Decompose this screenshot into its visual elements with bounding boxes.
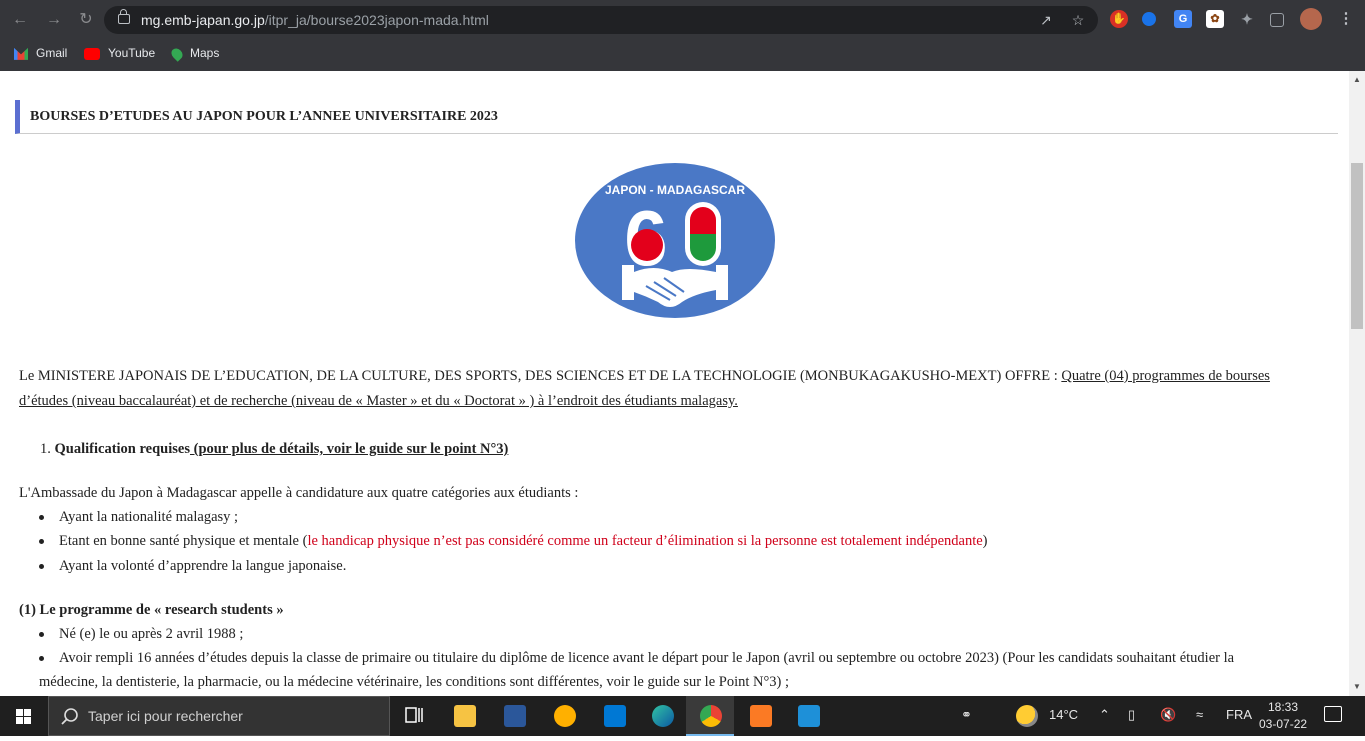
p1-bullet-studies-line1: Avoir rempli 16 années d’études depuis l… bbox=[59, 650, 1235, 666]
start-button[interactable] bbox=[0, 696, 48, 736]
bullet-nationality: Ayant la nationalité malagasy ; bbox=[59, 509, 239, 525]
page-heading: BOURSES D’ETUDES AU JAPON POUR L’ANNEE U… bbox=[15, 100, 1338, 134]
notification-center-icon[interactable] bbox=[1324, 706, 1342, 722]
bullet-health-note: le handicap physique n’est pas considéré… bbox=[307, 533, 983, 549]
extension-drop-icon[interactable] bbox=[1142, 12, 1156, 26]
word-icon bbox=[504, 705, 526, 727]
task-view-button[interactable] bbox=[390, 696, 438, 736]
bullet-dot bbox=[39, 515, 45, 521]
bookmark-youtube[interactable]: YouTube bbox=[84, 44, 155, 62]
bookmark-star-icon[interactable]: ☆ bbox=[1070, 12, 1086, 28]
bookmark-label: Maps bbox=[190, 46, 220, 60]
taskbar-file-explorer[interactable] bbox=[440, 696, 488, 736]
bullet-dot bbox=[39, 539, 45, 545]
search-icon bbox=[61, 708, 78, 725]
search-placeholder: Taper ici pour rechercher bbox=[88, 708, 243, 724]
menu-dots-icon[interactable]: ⋮ bbox=[1337, 10, 1355, 28]
taskbar-word[interactable] bbox=[490, 696, 538, 736]
page-content: BOURSES D’ETUDES AU JAPON POUR L’ANNEE U… bbox=[0, 71, 1349, 696]
adblock-icon[interactable]: ✋ bbox=[1110, 10, 1128, 28]
taskbar-xampp[interactable] bbox=[736, 696, 784, 736]
clock-date[interactable]: 03-07-22 bbox=[1259, 717, 1307, 731]
youtube-icon bbox=[84, 47, 100, 60]
bullet-health-close: ) bbox=[982, 533, 988, 549]
file-explorer-icon bbox=[454, 705, 476, 727]
vscode-icon bbox=[604, 705, 626, 727]
windows-taskbar: Taper ici pour rechercher ⚭ 14°C ⌃ ▯ 🔇 ≈… bbox=[0, 696, 1365, 736]
section1-number: 1. bbox=[40, 441, 51, 457]
bookmarks-bar: Gmail YouTube Maps bbox=[0, 40, 1365, 66]
reload-icon[interactable]: ↻ bbox=[76, 10, 96, 30]
back-icon[interactable]: ← bbox=[10, 10, 30, 30]
lock-icon bbox=[118, 9, 130, 24]
bullet-health-text: Etant en bonne santé physique et mentale… bbox=[59, 533, 308, 549]
bullet-dot bbox=[39, 656, 45, 662]
page-scrollbar[interactable]: ▲ ▼ bbox=[1349, 71, 1365, 696]
language-indicator[interactable]: FRA bbox=[1226, 707, 1252, 722]
bookmark-label: YouTube bbox=[108, 46, 156, 60]
battery-icon[interactable]: ▯ bbox=[1128, 707, 1135, 723]
share-icon[interactable]: ↗ bbox=[1038, 12, 1054, 28]
weather-temperature[interactable]: 14°C bbox=[1049, 707, 1078, 722]
ambassade-paragraph: L'Ambassade du Japon à Madagascar appell… bbox=[19, 485, 579, 501]
intro-underlined-text: Quatre (04) programmes de bourses bbox=[1061, 368, 1270, 384]
shield-browser-icon bbox=[554, 705, 576, 727]
bullet-dot bbox=[39, 564, 45, 570]
intro-paragraph-line1: Le MINISTERE JAPONAIS DE L’EDUCATION, DE… bbox=[19, 364, 1270, 388]
edge-icon bbox=[652, 705, 674, 727]
taskbar-browser-shield[interactable] bbox=[540, 696, 588, 736]
bookmark-gmail[interactable]: Gmail bbox=[14, 44, 67, 62]
address-bar[interactable]: mg.emb-japan.go.jp/itpr_ja/bourse2023jap… bbox=[104, 6, 1098, 34]
wifi-icon[interactable]: ≈ bbox=[1196, 707, 1203, 722]
photos-icon bbox=[798, 705, 820, 727]
windows-logo-icon bbox=[16, 709, 31, 724]
forward-icon[interactable]: → bbox=[44, 10, 64, 30]
browser-toolbar: ← → ↻ mg.emb-japan.go.jp/itpr_ja/bourse2… bbox=[0, 0, 1365, 40]
programme1-title: (1) Le programme de « research students … bbox=[19, 602, 284, 618]
section1-bold-text: Qualification requises bbox=[54, 441, 190, 457]
weather-icon[interactable] bbox=[1016, 705, 1038, 727]
browser-chrome: ← → ↻ mg.emb-japan.go.jp/itpr_ja/bourse2… bbox=[0, 0, 1365, 71]
google-translate-icon[interactable]: G bbox=[1174, 10, 1192, 28]
p1-bullet-birthdate: Né (e) le ou après 2 avril 1988 ; bbox=[59, 626, 244, 642]
bookmark-label: Gmail bbox=[36, 46, 68, 60]
maps-pin-icon bbox=[169, 46, 185, 62]
profile-avatar[interactable] bbox=[1300, 8, 1322, 30]
bullet-language: Ayant la volonté d’apprendre la langue j… bbox=[59, 558, 347, 574]
section1-guide-link[interactable]: (pour plus de détails, voir le guide sur… bbox=[190, 441, 509, 457]
scroll-thumb[interactable] bbox=[1351, 163, 1363, 329]
section1-title: 1. Qualification requises (pour plus de … bbox=[40, 437, 508, 461]
gmail-icon bbox=[14, 47, 28, 60]
bookmark-maps[interactable]: Maps bbox=[169, 44, 220, 62]
task-view-icon bbox=[405, 707, 423, 723]
url-path: /itpr_ja/bourse2023japon-mada.html bbox=[264, 12, 489, 28]
japon-madagascar-60-logo: JAPON - MADAGASCAR 6 bbox=[575, 163, 775, 318]
taskbar-search-box[interactable]: Taper ici pour rechercher bbox=[48, 696, 390, 736]
people-icon[interactable]: ⚭ bbox=[961, 707, 972, 723]
intro-text: Le MINISTERE JAPONAIS DE L’EDUCATION, DE… bbox=[19, 368, 1062, 384]
volume-muted-icon[interactable]: 🔇 bbox=[1160, 707, 1176, 723]
taskbar-chrome-active[interactable] bbox=[686, 696, 734, 736]
url-host: mg.emb-japan.go.jp bbox=[141, 12, 265, 28]
chevron-up-icon[interactable]: ⌃ bbox=[1099, 707, 1110, 723]
scroll-down-icon[interactable]: ▼ bbox=[1353, 682, 1361, 691]
page-title: BOURSES D’ETUDES AU JAPON POUR L’ANNEE U… bbox=[30, 109, 498, 124]
side-panel-icon[interactable] bbox=[1270, 13, 1284, 27]
chrome-icon bbox=[700, 705, 722, 727]
taskbar-photos[interactable] bbox=[784, 696, 832, 736]
clock-time[interactable]: 18:33 bbox=[1268, 700, 1298, 714]
url-text[interactable]: mg.emb-japan.go.jp/itpr_ja/bourse2023jap… bbox=[141, 12, 489, 28]
xampp-icon bbox=[750, 705, 772, 727]
extensions-puzzle-icon[interactable]: ✦ bbox=[1238, 10, 1256, 28]
bullet-dot bbox=[39, 632, 45, 638]
bullet-health: Etant en bonne santé physique et mentale… bbox=[59, 529, 988, 553]
p1-bullet-studies-line2: médecine, la dentisterie, la pharmacie, … bbox=[39, 674, 790, 690]
paw-extension-icon[interactable]: ✿ bbox=[1206, 10, 1224, 28]
taskbar-edge[interactable] bbox=[638, 696, 686, 736]
intro-paragraph-line2: d’études (niveau baccalauréat) et de rec… bbox=[19, 393, 738, 409]
scroll-up-icon[interactable]: ▲ bbox=[1353, 75, 1361, 84]
taskbar-vscode[interactable] bbox=[590, 696, 638, 736]
